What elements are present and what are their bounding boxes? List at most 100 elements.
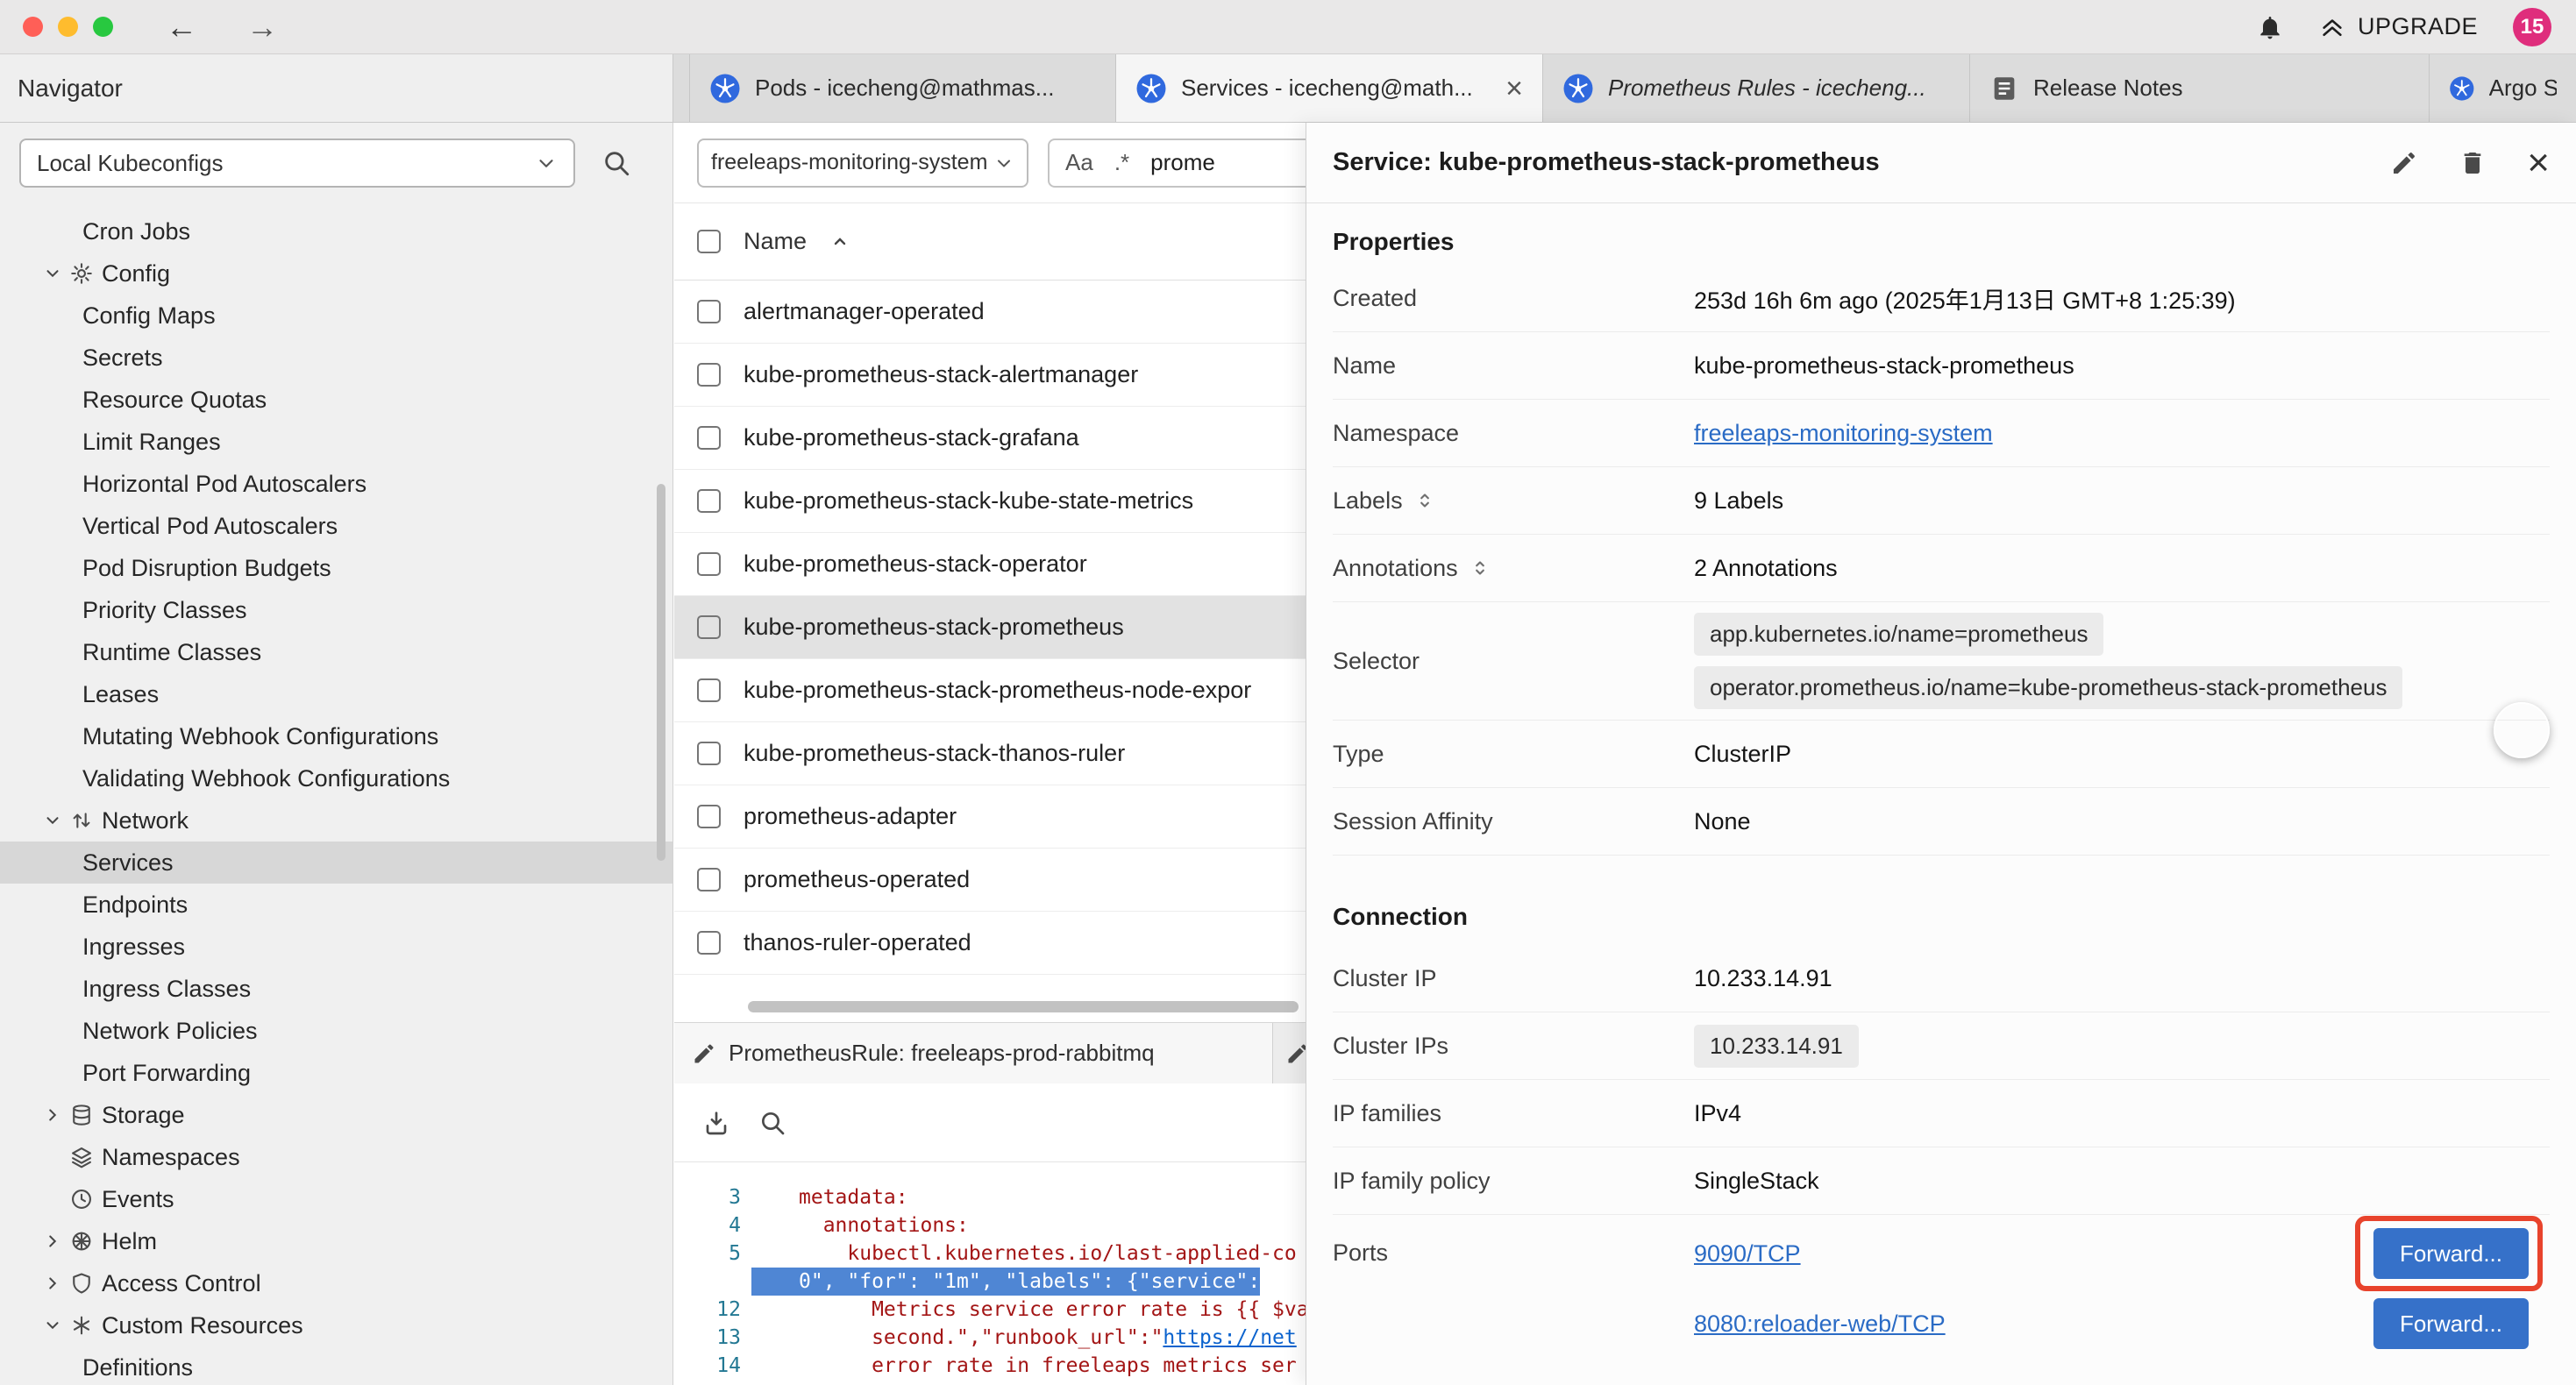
code-text[interactable]: metadata:	[751, 1183, 908, 1211]
row-checkbox[interactable]	[697, 363, 721, 387]
sidebar-item-ingresses[interactable]: Ingresses	[0, 926, 672, 968]
sidebar-item-limit-ranges[interactable]: Limit Ranges	[0, 421, 672, 463]
edit-pencil-icon[interactable]	[2390, 149, 2418, 177]
code-text[interactable]: annotations:	[751, 1211, 969, 1239]
sidebar-item-horizontal-pod-autoscalers[interactable]: Horizontal Pod Autoscalers	[0, 463, 672, 505]
sidebar-item-ingress-classes[interactable]: Ingress Classes	[0, 968, 672, 1010]
sort-ascending-icon[interactable]	[829, 231, 850, 252]
table-row[interactable]: kube-prometheus-stack-kube-state-metrics	[674, 470, 1306, 533]
sidebar-item-pod-disruption-budgets[interactable]: Pod Disruption Budgets	[0, 547, 672, 589]
table-row[interactable]: alertmanager-operated	[674, 281, 1306, 344]
select-all-checkbox[interactable]	[697, 230, 721, 253]
sidebar-item-services[interactable]: Services	[0, 842, 672, 884]
port-link[interactable]: 8080:reloader-web/TCP	[1694, 1310, 1946, 1338]
sidebar-item-namespaces[interactable]: Namespaces	[0, 1136, 672, 1178]
delete-trash-icon[interactable]	[2459, 149, 2487, 177]
url-link[interactable]: https://net	[1163, 1326, 1296, 1349]
tab-pods[interactable]: Pods - icecheng@mathmas...	[689, 54, 1116, 122]
row-checkbox[interactable]	[697, 615, 721, 639]
regex-toggle[interactable]: .*	[1114, 149, 1129, 176]
maximize-window-button[interactable]	[93, 17, 113, 37]
close-tab-icon[interactable]: ×	[1505, 74, 1523, 103]
tab-release-notes[interactable]: Release Notes	[1970, 54, 2430, 122]
row-checkbox[interactable]	[697, 426, 721, 450]
table-row[interactable]: thanos-ruler-operated	[674, 912, 1306, 975]
code-text[interactable]: Metrics service error rate is {{ $va	[751, 1296, 1306, 1324]
forward-button[interactable]: Forward...	[2373, 1228, 2529, 1279]
code-text[interactable]: 0", "for": "1m", "labels": {"service":	[751, 1268, 1260, 1296]
sidebar-item-helm[interactable]: Helm	[0, 1220, 672, 1262]
horizontal-scrollbar[interactable]	[748, 1001, 1299, 1012]
sidebar-item-custom-resources[interactable]: Custom Resources	[0, 1304, 672, 1346]
sidebar-item-mutating-webhook-configurations[interactable]: Mutating Webhook Configurations	[0, 715, 672, 757]
table-row[interactable]: kube-prometheus-stack-grafana	[674, 407, 1306, 470]
row-checkbox[interactable]	[697, 552, 721, 576]
sidebar-item-resource-quotas[interactable]: Resource Quotas	[0, 379, 672, 421]
row-checkbox[interactable]	[697, 678, 721, 702]
sidebar-item-config[interactable]: Config	[0, 252, 672, 295]
dock-tab-partial[interactable]	[1273, 1023, 1306, 1083]
notifications-bell-icon[interactable]	[2256, 13, 2284, 41]
dock-tab-prometheusrule[interactable]: PrometheusRule: freeleaps-prod-rabbitmq	[674, 1023, 1273, 1083]
tab-services[interactable]: Services - icecheng@math... ×	[1116, 54, 1543, 122]
back-button[interactable]: ←	[166, 9, 197, 46]
table-row[interactable]: kube-prometheus-stack-prometheus-node-ex…	[674, 659, 1306, 722]
list-search-input[interactable]: Aa .* prome	[1048, 138, 1306, 188]
row-checkbox[interactable]	[697, 742, 721, 765]
yaml-editor[interactable]: 3metadata: 4 annotations: 5 kubectl.kube…	[674, 1162, 1306, 1385]
kubeconfig-select[interactable]: Local Kubeconfigs	[19, 138, 575, 188]
save-icon[interactable]	[702, 1109, 730, 1137]
table-row[interactable]: prometheus-adapter	[674, 785, 1306, 849]
sidebar-item-storage[interactable]: Storage	[0, 1094, 672, 1136]
code-text[interactable]: kubectl.kubernetes.io/last-applied-co	[751, 1239, 1297, 1268]
sidebar-item-vertical-pod-autoscalers[interactable]: Vertical Pod Autoscalers	[0, 505, 672, 547]
sidebar-item-endpoints[interactable]: Endpoints	[0, 884, 672, 926]
sidebar-item-priority-classes[interactable]: Priority Classes	[0, 589, 672, 631]
minimize-window-button[interactable]	[58, 17, 78, 37]
row-checkbox[interactable]	[697, 868, 721, 891]
namespace-link[interactable]: freeleaps-monitoring-system	[1694, 420, 1993, 447]
sidebar-item-runtime-classes[interactable]: Runtime Classes	[0, 631, 672, 673]
notification-count-badge[interactable]: 15	[2513, 8, 2551, 46]
sidebar-item-definitions[interactable]: Definitions	[0, 1346, 672, 1385]
table-row[interactable]: prometheus-operated	[674, 849, 1306, 912]
avatar[interactable]	[2494, 702, 2550, 758]
sidebar-item-port-forwarding[interactable]: Port Forwarding	[0, 1052, 672, 1094]
row-checkbox[interactable]	[697, 300, 721, 323]
sidebar-item-network[interactable]: Network	[0, 799, 672, 842]
row-checkbox[interactable]	[697, 931, 721, 955]
row-checkbox[interactable]	[697, 489, 721, 513]
close-panel-icon[interactable]: ×	[2527, 144, 2550, 182]
annotations-count[interactable]: 2 Annotations	[1694, 555, 1838, 582]
table-row-selected[interactable]: kube-prometheus-stack-prometheus	[674, 596, 1306, 659]
sidebar-item-config-maps[interactable]: Config Maps	[0, 295, 672, 337]
sidebar-item-access-control[interactable]: Access Control	[0, 1262, 672, 1304]
tab-argo[interactable]: Argo Se	[2430, 54, 2576, 122]
unfold-icon[interactable]	[1469, 557, 1491, 579]
editor-search-icon[interactable]	[758, 1109, 786, 1137]
unfold-icon[interactable]	[1413, 489, 1436, 512]
forward-button[interactable]: Forward...	[2373, 1298, 2529, 1349]
sidebar-item-secrets[interactable]: Secrets	[0, 337, 672, 379]
match-case-toggle[interactable]: Aa	[1065, 149, 1093, 176]
tab-prometheus-rules[interactable]: Prometheus Rules - icecheng...	[1543, 54, 1970, 122]
sidebar-item-cron-jobs[interactable]: Cron Jobs	[0, 210, 672, 252]
sidebar-search-icon[interactable]	[601, 148, 631, 178]
port-link[interactable]: 9090/TCP	[1694, 1240, 1801, 1268]
close-window-button[interactable]	[23, 17, 43, 37]
labels-count[interactable]: 9 Labels	[1694, 487, 1783, 515]
code-text[interactable]: error rate in freeleaps metrics ser	[751, 1352, 1297, 1380]
forward-button[interactable]: →	[246, 9, 278, 46]
sidebar-item-leases[interactable]: Leases	[0, 673, 672, 715]
table-row[interactable]: kube-prometheus-stack-thanos-ruler	[674, 722, 1306, 785]
sidebar-scrollbar[interactable]	[657, 484, 665, 861]
namespace-select[interactable]: freeleaps-monitoring-system	[697, 138, 1028, 188]
sidebar-item-network-policies[interactable]: Network Policies	[0, 1010, 672, 1052]
name-column-header[interactable]: Name	[744, 228, 807, 255]
row-checkbox[interactable]	[697, 805, 721, 828]
sidebar-item-validating-webhook-configurations[interactable]: Validating Webhook Configurations	[0, 757, 672, 799]
sidebar-item-events[interactable]: Events	[0, 1178, 672, 1220]
code-text[interactable]: second.","runbook_url":"https://net	[751, 1324, 1297, 1352]
table-row[interactable]: kube-prometheus-stack-operator	[674, 533, 1306, 596]
table-row[interactable]: kube-prometheus-stack-alertmanager	[674, 344, 1306, 407]
